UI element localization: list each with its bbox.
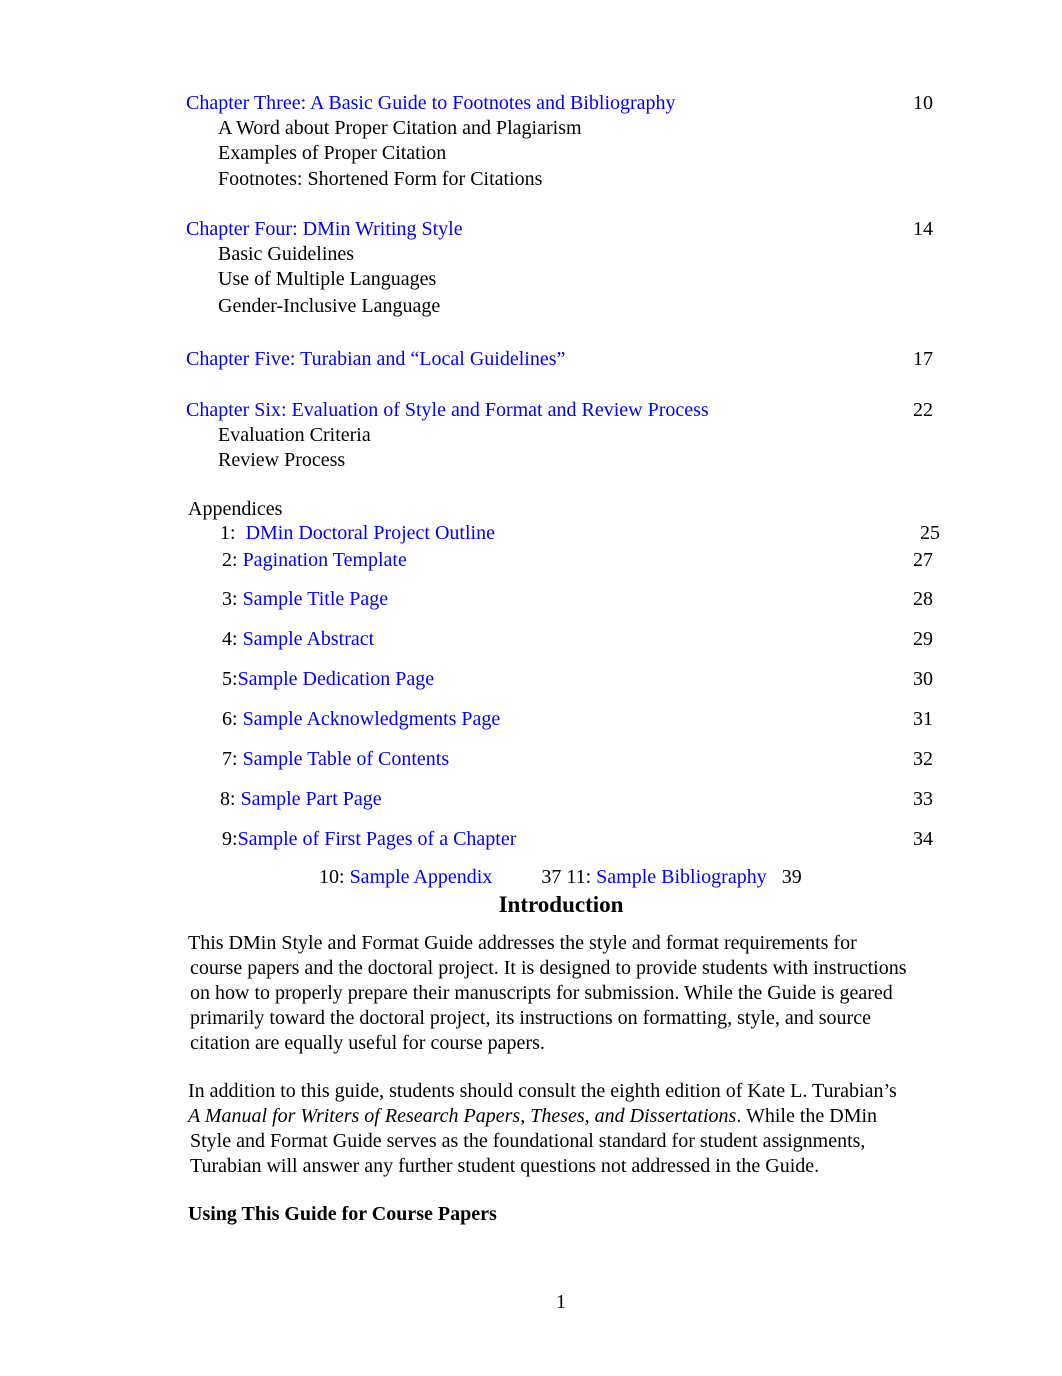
appendix-number: 8: xyxy=(220,788,236,810)
appendix-number: 6: xyxy=(222,708,238,730)
appendix-page: 27 xyxy=(913,549,933,571)
toc-subsection: Review Process xyxy=(218,449,346,471)
paragraph-line: on how to properly prepare their manuscr… xyxy=(190,982,893,1004)
toc-subsection: Use of Multiple Languages xyxy=(218,268,437,290)
appendix-link[interactable]: Sample of First Pages of a Chapter xyxy=(238,828,517,850)
toc-appendix-7: 7: Sample Table of Contents xyxy=(222,747,449,771)
intro-paragraph-2: In addition to this guide, students shou… xyxy=(188,1079,948,1179)
toc-chapter-six-link[interactable]: Chapter Six: Evaluation of Style and For… xyxy=(186,398,709,422)
appendix-page: 39 xyxy=(781,866,802,888)
appendix-link[interactable]: DMin Doctoral Project Outline xyxy=(246,522,495,544)
toc-appendices-label: Appendices xyxy=(188,498,283,520)
paragraph-line: In addition to this guide, students shou… xyxy=(188,1080,897,1102)
toc-chapter-five-page: 17 xyxy=(913,348,933,370)
appendix-page: 34 xyxy=(913,828,933,850)
toc-subsection: Gender-Inclusive Language xyxy=(218,295,441,317)
toc-subsection: Evaluation Criteria xyxy=(218,424,371,446)
appendix-page: 31 xyxy=(913,708,933,730)
intro-paragraph-1: This DMin Style and Format Guide address… xyxy=(188,931,948,1056)
toc-appendix-4: 4: Sample Abstract xyxy=(222,627,374,651)
toc-subsection: A Word about Proper Citation and Plagiar… xyxy=(218,117,582,139)
toc-chapter-six-page: 22 xyxy=(913,399,933,421)
appendix-number: 5: xyxy=(222,668,238,690)
paragraph-line: citation are equally useful for course p… xyxy=(190,1032,545,1054)
appendix-link[interactable]: Sample Bibliography xyxy=(596,866,767,888)
toc-chapter-five-link[interactable]: Chapter Five: Turabian and “Local Guidel… xyxy=(186,347,565,371)
appendix-number: 10: xyxy=(319,866,345,888)
page-number: 1 xyxy=(556,1291,566,1313)
appendix-page: 32 xyxy=(913,748,933,770)
toc-appendix-1: 1: DMin Doctoral Project Outline xyxy=(220,521,495,545)
paragraph-line: Style and Format Guide serves as the fou… xyxy=(190,1130,866,1152)
paragraph-line: Turabian will answer any further student… xyxy=(190,1155,820,1177)
toc-chapter-four-link[interactable]: Chapter Four: DMin Writing Style xyxy=(186,217,463,241)
paragraph-line: This DMin Style and Format Guide address… xyxy=(188,932,857,954)
manual-title: A Manual for Writers of Research Papers,… xyxy=(188,1105,737,1127)
toc-appendix-6: 6: Sample Acknowledgments Page xyxy=(222,707,500,731)
appendix-link[interactable]: Sample Part Page xyxy=(241,788,382,810)
appendix-page: 30 xyxy=(913,668,933,690)
paragraph-line: primarily toward the doctoral project, i… xyxy=(190,1007,871,1029)
toc-appendix-9: 9:Sample of First Pages of a Chapter xyxy=(222,827,516,851)
appendix-number: 3: xyxy=(222,588,238,610)
toc-appendix-2: 2: Pagination Template xyxy=(222,548,407,572)
introduction-heading: Introduction xyxy=(498,892,624,917)
course-papers-subheading: Using This Guide for Course Papers xyxy=(188,1203,497,1225)
toc-appendix-10-11-line: 10: Sample Appendix 37 11: Sample Bibliog… xyxy=(319,865,802,889)
appendix-link[interactable]: Sample Abstract xyxy=(243,628,375,650)
toc-chapter-three-link[interactable]: Chapter Three: A Basic Guide to Footnote… xyxy=(186,91,676,115)
toc-chapter-four-page: 14 xyxy=(913,218,933,240)
appendix-number: 4: xyxy=(222,628,238,650)
paragraph-line: A Manual for Writers of Research Papers,… xyxy=(188,1104,948,1129)
paragraph-text: . While the DMin xyxy=(736,1105,878,1127)
toc-appendix-3: 3: Sample Title Page xyxy=(222,587,388,611)
appendix-number: 1: xyxy=(220,522,236,544)
appendix-page: 33 xyxy=(913,788,933,810)
toc-subsection: Examples of Proper Citation xyxy=(218,142,447,164)
appendix-number: 9: xyxy=(222,828,238,850)
paragraph-line: course papers and the doctoral project. … xyxy=(190,957,907,979)
toc-appendix-8: 8: Sample Part Page xyxy=(220,787,382,811)
appendix-link[interactable]: Sample Acknowledgments Page xyxy=(243,708,501,730)
appendix-page: 29 xyxy=(913,628,933,650)
appendix-number: 7: xyxy=(222,748,238,770)
appendix-page: 25 xyxy=(920,522,940,544)
appendix-page: 28 xyxy=(913,588,933,610)
appendix-page-and-number: 37 11: xyxy=(541,866,592,888)
toc-subsection: Footnotes: Shortened Form for Citations xyxy=(218,168,543,190)
appendix-link[interactable]: Sample Title Page xyxy=(243,588,389,610)
appendix-link[interactable]: Sample Dedication Page xyxy=(238,668,435,690)
appendix-number: 2: xyxy=(222,549,238,571)
toc-subsection: Basic Guidelines xyxy=(218,243,355,265)
toc-chapter-three-page: 10 xyxy=(913,92,933,114)
toc-appendix-5: 5:Sample Dedication Page xyxy=(222,667,434,691)
appendix-link[interactable]: Pagination Template xyxy=(243,549,407,571)
appendix-link[interactable]: Sample Appendix xyxy=(350,866,493,888)
appendix-link[interactable]: Sample Table of Contents xyxy=(243,748,450,770)
